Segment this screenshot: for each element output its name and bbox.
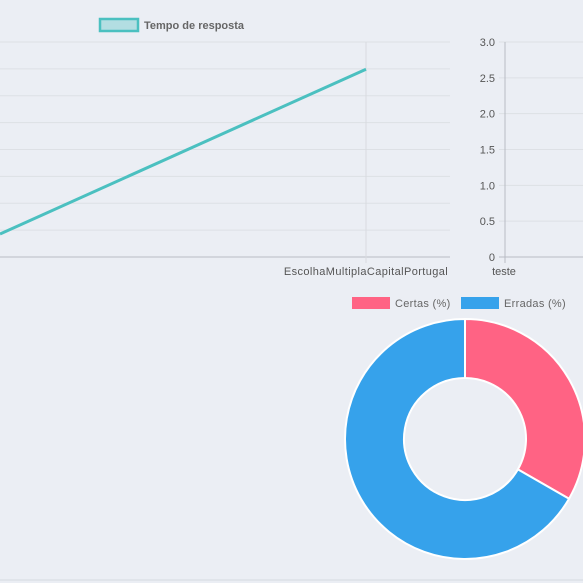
legend-swatch-erradas [461, 297, 499, 309]
y-tick-label: 2.0 [480, 109, 495, 121]
secondary-chart: 3.0 2.5 2.0 1.5 1.0 0.5 0 teste [480, 37, 583, 278]
legend-label-certas: Certas (%) [395, 298, 451, 310]
y-tick-label: 0 [489, 252, 495, 264]
charts-canvas: EscolhaMultiplaCapitalPortugal Tempo de … [0, 17, 583, 581]
y-tick-label: 2.5 [480, 73, 495, 85]
legend-label-tempo-de-resposta: Tempo de resposta [144, 20, 245, 32]
y-axis-tick-labels: 3.0 2.5 2.0 1.5 1.0 0.5 0 [480, 37, 495, 264]
x-tick-label: EscolhaMultiplaCapitalPortugal [284, 266, 448, 278]
y-tick-label: 0.5 [480, 216, 495, 228]
y-tick-label: 1.0 [480, 180, 495, 192]
y-tick-label: 1.5 [480, 145, 495, 157]
line-chart-grid [0, 41, 450, 258]
legend-label-erradas: Erradas (%) [504, 298, 566, 310]
legend-swatch-certas [352, 297, 390, 309]
doughnut-slices [344, 317, 583, 560]
x-tick-label-teste: teste [492, 266, 516, 278]
legend-swatch-tempo-de-resposta [98, 17, 140, 33]
doughnut-legend[interactable]: Certas (%) Erradas (%) [352, 297, 566, 310]
series-line-tempo-de-resposta [0, 67, 367, 236]
line-chart-legend[interactable]: Tempo de resposta [98, 17, 245, 33]
secondary-chart-grid [499, 41, 583, 258]
y-tick-label: 3.0 [480, 37, 495, 49]
line-chart: EscolhaMultiplaCapitalPortugal Tempo de … [0, 17, 450, 278]
doughnut-chart: Certas (%) Erradas (%) [344, 297, 583, 560]
